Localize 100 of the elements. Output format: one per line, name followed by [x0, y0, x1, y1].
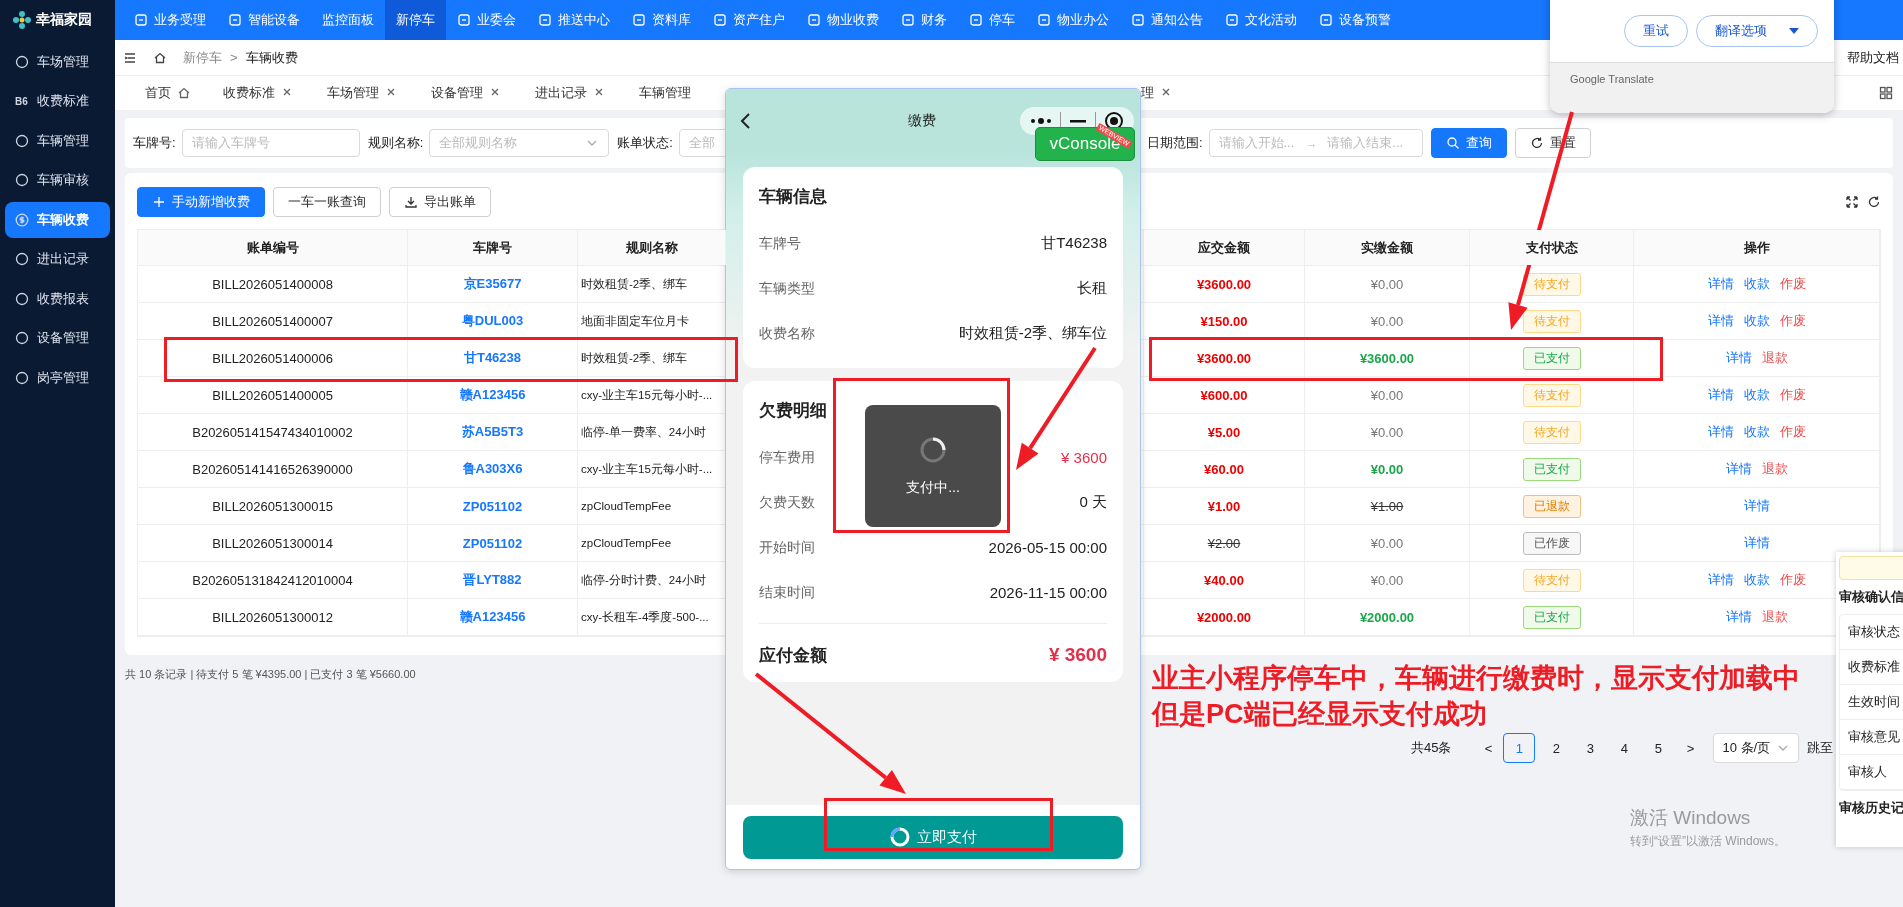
sidebar-item[interactable]: B6 收费标准	[5, 83, 110, 119]
action-link[interactable]: 详情	[1707, 386, 1734, 404]
prev-page-button[interactable]: <	[1473, 740, 1504, 756]
action-link[interactable]: 收款	[1743, 386, 1770, 404]
action-link[interactable]: 作废	[1779, 423, 1806, 441]
page-button[interactable]: 3	[1573, 734, 1608, 762]
nav-menu-item[interactable]: 智能设备	[217, 0, 311, 40]
activation-text: 转到“设置”以激活 Windows。	[1630, 833, 1786, 850]
action-link[interactable]: 作废	[1779, 386, 1806, 404]
nav-menu-item[interactable]: 监控面板	[311, 0, 385, 40]
page-tab[interactable]: 收费标准	[207, 76, 311, 110]
plate-link[interactable]: ZP051102	[408, 488, 578, 524]
search-button[interactable]: 查询	[1430, 128, 1507, 158]
page-button[interactable]: 2	[1539, 734, 1574, 762]
nav-menu-item[interactable]: 资料库	[621, 0, 702, 40]
nav-menu-item[interactable]: 业委会	[446, 0, 527, 40]
notice-bar	[1839, 556, 1903, 580]
action-link[interactable]: 收款	[1743, 571, 1770, 589]
field-label: 欠费天数	[759, 493, 815, 512]
action-link[interactable]: 退款	[1761, 608, 1788, 626]
page-tab[interactable]: 车场管理	[311, 76, 415, 110]
action-link[interactable]: 收款	[1743, 275, 1770, 293]
export-button[interactable]: 导出账单	[389, 187, 491, 217]
nav-menu-item[interactable]: 财务	[890, 0, 958, 40]
retry-button[interactable]: 重试	[1624, 15, 1688, 47]
plate-link[interactable]: 鲁A303X6	[408, 451, 578, 487]
sidebar-item[interactable]: 岗亭管理	[5, 359, 110, 396]
nav-menu-item[interactable]: 物业办公	[1026, 0, 1120, 40]
plate-link[interactable]: 甘T46238	[408, 340, 578, 376]
action-link[interactable]: 作废	[1779, 275, 1806, 293]
total-label: 应付金额	[759, 644, 827, 667]
action-link[interactable]: 作废	[1779, 571, 1806, 589]
page-size-select[interactable]: 10 条/页	[1713, 733, 1800, 763]
plate-link[interactable]: 京E35677	[408, 266, 578, 302]
translate-options-button[interactable]: 翻译选项	[1696, 15, 1818, 47]
status-tag: 待支付	[1522, 272, 1581, 296]
action-link[interactable]: 详情	[1725, 608, 1752, 626]
summary-text: 共 10 条记录 | 待支付 5 笔 ¥4395.00 | 已支付 3 笔 ¥5660.00	[125, 667, 416, 682]
page-button[interactable]: 1	[1503, 733, 1536, 763]
action-link[interactable]: 详情	[1707, 423, 1734, 441]
sidebar-item[interactable]: 收费报表	[5, 280, 110, 317]
nav-menu-item[interactable]: 推送中心	[527, 0, 621, 40]
page-button[interactable]: 4	[1607, 734, 1642, 762]
refresh-icon	[1529, 136, 1544, 150]
page-tab[interactable]: 首页	[129, 76, 207, 110]
next-page-button[interactable]: >	[1675, 740, 1706, 756]
field-value: 长租	[1077, 279, 1107, 298]
breadcrumb-item[interactable]: 新停车	[183, 48, 222, 67]
action-link[interactable]: 退款	[1761, 460, 1788, 478]
page-tab[interactable]: 设备管理	[415, 76, 519, 110]
query-button[interactable]: 一车一账查询	[273, 187, 381, 217]
action-link[interactable]: 作废	[1779, 312, 1806, 330]
square-icon	[457, 13, 471, 27]
sidebar-item[interactable]: 车场管理	[5, 43, 110, 80]
page-tab[interactable]: 车辆管理	[623, 76, 707, 110]
nav-menu-item[interactable]: 新停车	[385, 0, 446, 40]
add-button[interactable]: 手动新增收费	[137, 187, 265, 217]
field-value: 甘T46238	[1041, 234, 1107, 253]
plate-link[interactable]: 粤DUL003	[408, 303, 578, 339]
table-cell: ¥0.00	[1305, 451, 1470, 487]
status-tag: 已作废	[1522, 531, 1581, 555]
page-button[interactable]: 5	[1641, 734, 1676, 762]
field-label: 审核人	[1840, 755, 1903, 790]
nav-menu-item[interactable]: 资产住户	[702, 0, 796, 40]
sidebar-item[interactable]: 车辆管理	[5, 122, 110, 159]
sidebar-item[interactable]: 车辆审核	[5, 162, 110, 198]
action-link[interactable]: 详情	[1725, 349, 1752, 367]
sidebar-item[interactable]: 进出记录	[5, 241, 110, 277]
nav-menu-item[interactable]: 设备预警	[1308, 0, 1402, 40]
action-link[interactable]: 收款	[1743, 423, 1770, 441]
action-link[interactable]: 退款	[1761, 349, 1788, 367]
plate-link[interactable]: 晋LYT882	[408, 562, 578, 598]
field-value: 0 天	[1079, 493, 1107, 512]
table-cell: B202605131842412010004	[138, 562, 408, 598]
square-icon	[969, 13, 983, 27]
sidebar-item[interactable]: 设备管理	[5, 320, 110, 356]
nav-menu-item[interactable]: 停车	[958, 0, 1026, 40]
sidebar-item[interactable]: 车辆收费	[5, 201, 110, 238]
status-tag: 待支付	[1522, 568, 1581, 592]
nav-menu-item[interactable]: 文化活动	[1214, 0, 1308, 40]
square-icon	[1131, 13, 1145, 27]
plate-link[interactable]: ZP051102	[408, 525, 578, 561]
nav-menu-item[interactable]: 业务受理	[123, 0, 217, 40]
plate-link[interactable]: 赣A123456	[408, 377, 578, 413]
field-label: 停车费用	[759, 448, 815, 467]
field-label: 结束时间	[759, 583, 815, 602]
nav-menu-item[interactable]: 通知公告	[1120, 0, 1214, 40]
action-link[interactable]: 收款	[1743, 312, 1770, 330]
plate-link[interactable]: 苏A5B5T3	[408, 414, 578, 450]
pay-button[interactable]: 立即支付	[743, 815, 1123, 859]
action-link[interactable]: 详情	[1707, 275, 1734, 293]
action-link[interactable]: 详情	[1743, 497, 1770, 515]
action-link[interactable]: 详情	[1707, 312, 1734, 330]
action-link[interactable]: 详情	[1707, 571, 1734, 589]
page-tab[interactable]: 进出记录	[519, 76, 623, 110]
action-link[interactable]: 详情	[1743, 534, 1770, 552]
action-link[interactable]: 详情	[1725, 460, 1752, 478]
nav-menu-item[interactable]: 物业收费	[796, 0, 890, 40]
help-link[interactable]: 帮助文档	[1847, 48, 1903, 67]
plate-link[interactable]: 赣A123456	[408, 599, 578, 635]
